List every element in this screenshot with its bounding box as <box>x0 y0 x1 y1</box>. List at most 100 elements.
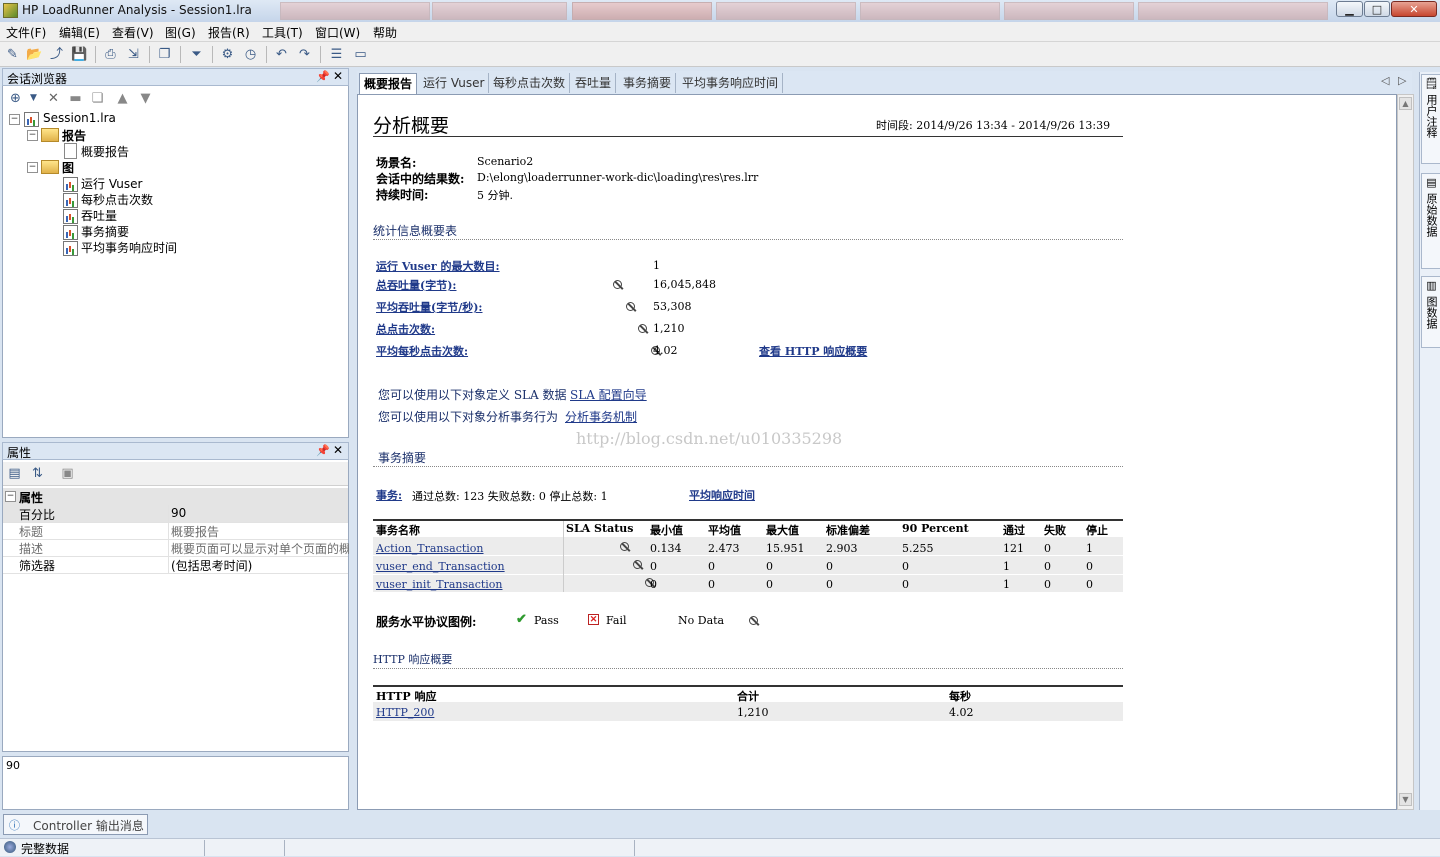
tree-item-summary-report[interactable]: 概要报告 <box>81 143 129 160</box>
controller-output-tab[interactable]: ⓘ Controller 输出消息 <box>3 814 148 835</box>
stat-total-hits-link[interactable]: 总点击次数: <box>376 321 435 337</box>
tx-cell: 0 <box>650 560 657 573</box>
close-icon[interactable]: ✕ <box>333 443 343 457</box>
view-http-summary-link[interactable]: 查看 HTTP 响应概要 <box>759 343 867 359</box>
tree-item-avg-response-time[interactable]: 平均事务响应时间 <box>81 239 177 256</box>
tree-group-report[interactable]: 报告 <box>62 127 86 144</box>
pin-icon[interactable]: 📌 <box>316 70 330 83</box>
tab-transaction-summary[interactable]: 事务摘要 <box>619 73 677 93</box>
scroll-down-icon[interactable]: ▼ <box>1399 793 1412 806</box>
prop-row[interactable]: 百分比 90 <box>3 505 348 523</box>
http-section-title: HTTP 响应概要 <box>373 653 453 666</box>
analyze-transaction-link[interactable]: 分析事务机制 <box>565 408 637 425</box>
tx-row-name-link[interactable]: vuser_end_Transaction <box>376 560 505 573</box>
move-down-icon[interactable]: ▼ <box>137 90 154 107</box>
sort-alpha-icon[interactable]: ⇅ <box>29 465 46 482</box>
delete-icon[interactable]: ✕ <box>45 90 62 107</box>
menu-edit[interactable]: 编辑(E) <box>59 24 100 41</box>
menu-window[interactable]: 窗口(W) <box>315 24 360 41</box>
tree-item-hits-per-second[interactable]: 每秒点击次数 <box>81 191 153 208</box>
rename-icon[interactable]: ▬ <box>67 90 84 107</box>
session-panel-title: 会话浏览器 <box>7 72 68 86</box>
close-button[interactable]: ✕ <box>1391 1 1437 17</box>
collapse-icon[interactable]: − <box>9 114 20 125</box>
prop-row[interactable]: 筛选器 (包括思考时间) <box>3 556 348 574</box>
tree-root-session[interactable]: Session1.lra <box>43 111 116 125</box>
menu-view[interactable]: 查看(V) <box>112 24 154 41</box>
prop-value[interactable]: 90 <box>171 506 349 520</box>
stat-avg-hits-link[interactable]: 平均每秒点击次数: <box>376 343 468 359</box>
tree-item-throughput[interactable]: 吞吐量 <box>81 207 117 224</box>
tx-col-min: 最小值 <box>650 524 683 537</box>
chart-icon <box>63 209 78 224</box>
toolbar-separator <box>212 46 213 63</box>
chevron-down-icon[interactable]: ▼ <box>25 90 42 107</box>
save-icon[interactable]: 💾 <box>71 46 88 63</box>
open-template-icon[interactable]: ⤴ <box>48 46 65 63</box>
tx-row-name-link[interactable]: vuser_init_Transaction <box>376 578 503 591</box>
menu-tools[interactable]: 工具(T) <box>262 24 303 41</box>
duplicate-icon[interactable]: ❏ <box>89 90 106 107</box>
export-icon[interactable]: ⇲ <box>125 46 142 63</box>
menu-report[interactable]: 报告(R) <box>208 24 250 41</box>
check-icon: ✔ <box>516 612 527 627</box>
redo-icon[interactable]: ↷ <box>296 46 313 63</box>
toolbar: ✎ 📂 ⤴ 💾 ⎙ ⇲ ❐ ⏷ ⚙ ◷ ↶ ↷ ☰ ▭ <box>0 42 1440 67</box>
tree-item-transaction-summary[interactable]: 事务摘要 <box>81 223 129 240</box>
http-row-link[interactable]: HTTP_200 <box>376 706 434 719</box>
raw-data-icon[interactable]: ▭ <box>352 46 369 63</box>
stat-total-throughput-link[interactable]: 总吞吐量(字节): <box>376 277 456 293</box>
collapse-icon[interactable]: − <box>27 162 38 173</box>
prop-value[interactable]: (包括思考时间) <box>171 557 349 574</box>
chart-icon <box>63 193 78 208</box>
side-tab-user-notes[interactable]: 🗒 用户注释 <box>1421 74 1440 164</box>
stat-avg-throughput-link[interactable]: 平均吞吐量(字节/秒): <box>376 299 483 315</box>
scroll-up-icon[interactable]: ▲ <box>1399 97 1412 110</box>
tab-summary-report[interactable]: 概要报告 <box>359 73 418 94</box>
side-tab-raw-data[interactable]: ▤ 原始数据 <box>1421 173 1440 269</box>
tree-group-graph[interactable]: 图 <box>62 159 74 176</box>
tree-view-icon[interactable]: ☰ <box>328 46 345 63</box>
prop-row[interactable]: 描述 概要页面可以显示对单个页面的概 <box>3 539 349 557</box>
add-report-icon[interactable]: ⊕ <box>7 90 24 107</box>
close-icon[interactable]: ✕ <box>333 69 343 83</box>
pin-icon[interactable]: 📌 <box>316 444 330 457</box>
menu-graph[interactable]: 图(G) <box>165 24 196 41</box>
move-up-icon[interactable]: ▲ <box>114 90 131 107</box>
tx-row-name-link[interactable]: Action_Transaction <box>376 542 484 555</box>
minimize-button[interactable]: ▁ <box>1336 1 1363 17</box>
avg-response-time-link[interactable]: 平均响应时间 <box>689 487 755 503</box>
no-data-icon <box>613 280 622 289</box>
open-session-icon[interactable]: 📂 <box>26 46 43 63</box>
tx-cell: 0 <box>766 560 773 573</box>
stat-max-vuser-link[interactable]: 运行 Vuser 的最大数目: <box>376 258 500 274</box>
tab-running-vuser[interactable]: 运行 Vuser <box>419 73 490 93</box>
menu-help[interactable]: 帮助 <box>373 24 397 41</box>
copy-graph-icon[interactable]: ❐ <box>156 46 173 63</box>
schedule-icon[interactable]: ◷ <box>242 46 259 63</box>
collapse-icon[interactable]: − <box>27 130 38 141</box>
tab-hits-per-second[interactable]: 每秒点击次数 <box>489 73 571 93</box>
tab-throughput[interactable]: 吞吐量 <box>571 73 617 93</box>
property-pages-icon[interactable]: ▣ <box>59 465 76 482</box>
prop-value[interactable]: 概要报告 <box>171 523 349 540</box>
undo-icon[interactable]: ↶ <box>273 46 290 63</box>
new-session-icon[interactable]: ✎ <box>4 46 21 63</box>
print-icon[interactable]: ⎙ <box>102 46 119 63</box>
tree-item-running-vuser[interactable]: 运行 Vuser <box>81 175 142 192</box>
side-tab-graph-data[interactable]: ▥ 图数据 <box>1421 276 1440 348</box>
prop-row[interactable]: 标题 概要报告 <box>3 522 348 540</box>
sla-wizard-link[interactable]: SLA 配置向导 <box>570 386 647 403</box>
tab-scroll-left-icon[interactable]: ◁ <box>1381 74 1389 87</box>
settings-icon[interactable]: ⚙ <box>219 46 236 63</box>
prop-value[interactable]: 概要页面可以显示对单个页面的概 <box>171 540 349 557</box>
tab-scroll-right-icon[interactable]: ▷ <box>1398 74 1406 87</box>
maximize-button[interactable]: □ <box>1364 1 1390 17</box>
menu-file[interactable]: 文件(F) <box>6 24 46 41</box>
report-scrollbar[interactable]: ▲ ▼ <box>1397 94 1414 810</box>
tab-avg-response-time[interactable]: 平均事务响应时间 <box>678 73 784 93</box>
categorized-icon[interactable]: ▤ <box>6 465 23 482</box>
filter-icon[interactable]: ⏷ <box>188 46 205 63</box>
tx-link[interactable]: 事务: <box>376 487 402 503</box>
collapse-icon[interactable]: − <box>5 491 16 502</box>
